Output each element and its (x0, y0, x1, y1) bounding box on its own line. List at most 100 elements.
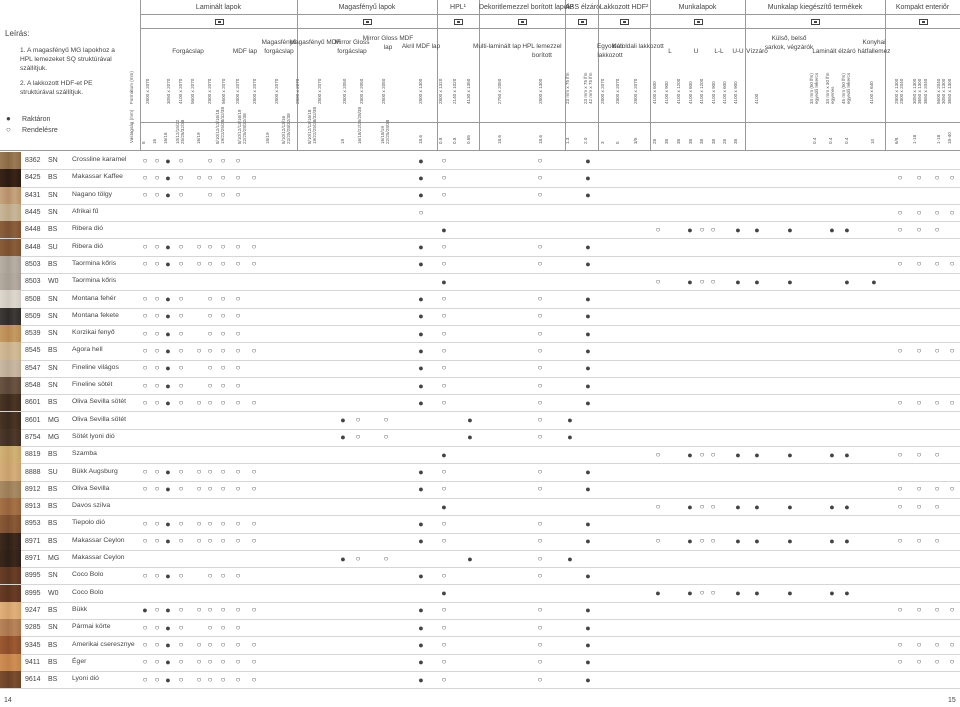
decor-name: Ribera dió (72, 242, 103, 250)
thickness-value: 16/18/19 22/25/28/38 (380, 119, 391, 144)
to-order-dot: ○ (196, 242, 202, 252)
to-order-dot: ○ (207, 311, 213, 321)
decor-name: Bükk (72, 605, 88, 613)
decor-swatch (0, 498, 21, 516)
group-symbol-icon (693, 19, 703, 25)
table-row: 8503 BS Taormina kőris ○ ○ ● ○ ○ ○ ○ ○ ○ ● ○ ○ ● ○ ○ ○ ○ (0, 255, 960, 275)
in-stock-dot: ● (418, 172, 424, 183)
decor-name: Taormina kőris (72, 259, 117, 267)
decor-name: Makassar Ceylon (72, 536, 125, 544)
to-order-dot: ○ (142, 172, 148, 182)
to-order-dot: ○ (154, 242, 160, 252)
decor-code: 8971 (25, 555, 41, 563)
decor-name: Tiepolo dió (72, 519, 105, 527)
in-stock-dot: ● (418, 397, 424, 408)
decor-swatch (0, 636, 21, 654)
to-order-dot: ○ (178, 328, 184, 338)
format-value: 2800 x 2070 (274, 78, 279, 104)
in-stock-dot: ● (829, 224, 835, 235)
format-value: 4130 x 1350 (466, 78, 471, 104)
in-stock-dot: ● (754, 588, 760, 599)
group-divider (650, 0, 651, 150)
to-order-dot: ○ (934, 640, 940, 650)
table-row: 8601 MG Oliva Sevilla sötét ● ○ ○ ● ○ ● (0, 411, 960, 430)
table-row: 9247 BS Bükk ● ○ ● ○ ○ ○ ○ ○ ○ ● ○ ○ ● ○ ○ ○ ○ (0, 601, 960, 621)
decor-swatch (0, 411, 21, 429)
format-value: 4100 x 600 (688, 81, 693, 104)
group-symbol-icon (454, 19, 463, 25)
to-order-dot: ○ (207, 155, 213, 165)
to-order-dot: ○ (235, 311, 241, 321)
to-order-dot: ○ (383, 415, 389, 425)
to-order-dot: ○ (178, 242, 184, 252)
to-order-dot: ○ (441, 467, 447, 477)
to-order-dot: ○ (178, 397, 184, 407)
to-order-dot: ○ (934, 345, 940, 355)
format-value: 2800 x 1300 2800 x 2040 (894, 78, 905, 104)
to-order-dot: ○ (178, 155, 184, 165)
to-order-dot: ○ (710, 276, 716, 286)
to-order-dot: ○ (220, 294, 226, 304)
in-stock-dot: ● (418, 294, 424, 305)
to-order-dot: ○ (207, 363, 213, 373)
to-order-dot: ○ (220, 328, 226, 338)
to-order-dot: ○ (142, 155, 148, 165)
in-stock-dot: ● (585, 605, 591, 616)
to-order-dot: ○ (178, 311, 184, 321)
to-order-dot: ○ (355, 432, 361, 442)
thickness-value: 0.65 (466, 135, 471, 144)
to-order-dot: ○ (934, 605, 940, 615)
to-order-dot: ○ (154, 657, 160, 667)
header-rule (0, 150, 960, 151)
to-order-dot: ○ (537, 674, 543, 684)
to-order-dot: ○ (934, 224, 940, 234)
to-order-dot: ○ (949, 207, 955, 217)
to-order-dot: ○ (154, 380, 160, 390)
decor-code: 8953 (25, 520, 41, 528)
in-stock-dot: ● (165, 605, 171, 616)
to-order-dot: ○ (178, 294, 184, 304)
to-order-dot: ○ (916, 536, 922, 546)
group-symbol-icon (620, 19, 629, 25)
format-value: 2140 x 1020 (452, 78, 457, 104)
to-order-dot: ○ (537, 432, 543, 442)
to-order-dot: ○ (178, 622, 184, 632)
in-stock-dot: ● (165, 363, 171, 374)
decor-code: 8601 (25, 399, 41, 407)
to-order-dot: ○ (251, 397, 257, 407)
table-row: 8547 SN Fineline világos ○ ○ ● ○ ○ ○ ○ ● ○ ○ ● (0, 359, 960, 378)
format-value: 23 mm x 75 lfm (565, 72, 570, 104)
to-order-dot: ○ (699, 588, 705, 598)
in-stock-dot: ● (585, 397, 591, 408)
to-order-dot: ○ (537, 397, 543, 407)
to-order-dot: ○ (220, 622, 226, 632)
to-order-dot: ○ (699, 449, 705, 459)
to-order-dot: ○ (154, 622, 160, 632)
in-stock-dot: ● (165, 518, 171, 529)
to-order-dot: ○ (154, 172, 160, 182)
to-order-dot: ○ (178, 190, 184, 200)
in-stock-dot: ● (787, 449, 793, 460)
to-order-dot: ○ (441, 294, 447, 304)
to-order-dot: ○ (655, 224, 661, 234)
decor-name: Afrikai fű (72, 208, 99, 216)
in-stock-dot: ● (585, 345, 591, 356)
to-order-dot: ○ (537, 242, 543, 252)
to-order-dot: ○ (196, 640, 202, 650)
to-order-dot: ○ (441, 380, 447, 390)
to-order-dot: ○ (916, 657, 922, 667)
decor-texture: BS (48, 520, 58, 528)
table-row: 8545 BS Agora hell ○ ○ ● ○ ○ ○ ○ ○ ○ ● ○ ○ ● ○ ○ ○ ○ (0, 342, 960, 361)
to-order-dot: ○ (537, 605, 543, 615)
to-order-dot: ○ (220, 484, 226, 494)
decor-name: Oliva Sevilla sötét (72, 398, 127, 406)
to-order-dot: ○ (142, 363, 148, 373)
in-stock-dot: ● (418, 674, 424, 685)
to-order-dot: ○ (235, 380, 241, 390)
in-stock-dot: ● (585, 640, 591, 651)
decor-code: 8995 (25, 589, 41, 597)
table-row: 9614 BS Lyoni dió ○ ○ ● ○ ○ ○ ○ ○ ○ ● ○ ○ ● (0, 671, 960, 690)
in-stock-dot: ● (687, 449, 693, 460)
decor-code: 9411 (25, 658, 41, 666)
table-row: 8431 SN Nagano tölgy ○ ○ ● ○ ○ ○ ○ ● ○ ○ ● (0, 186, 960, 205)
